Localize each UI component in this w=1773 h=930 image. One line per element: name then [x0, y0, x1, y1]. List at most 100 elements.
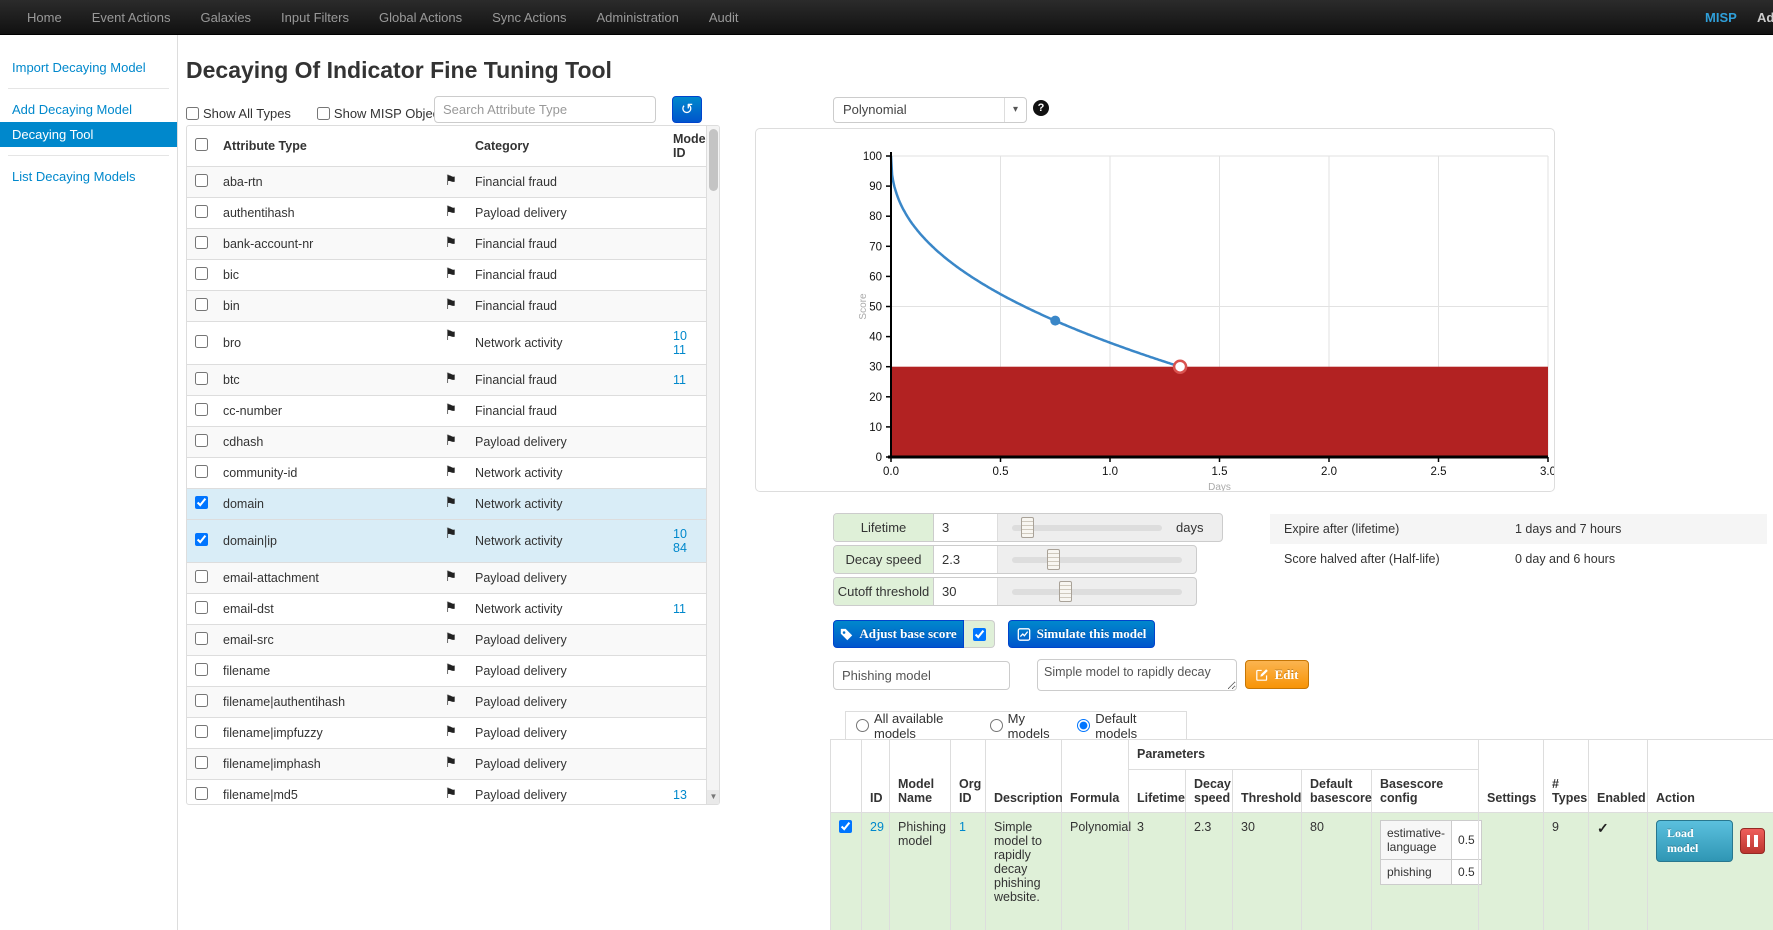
row-checkbox[interactable]	[195, 694, 208, 707]
simulate-model-button[interactable]: Simulate this model	[1008, 620, 1155, 648]
show-all-types-checkbox[interactable]	[186, 107, 199, 120]
flag-icon[interactable]: ⚑	[444, 661, 457, 678]
row-checkbox[interactable]	[195, 335, 208, 348]
lifetime-value[interactable]: 3	[934, 514, 998, 541]
model-description-textarea[interactable]: Simple model to rapidly decay	[1037, 659, 1237, 691]
model-id-link[interactable]: 84	[673, 541, 687, 555]
help-icon[interactable]: ?	[1033, 100, 1049, 116]
decay-speed-slider[interactable]	[1012, 546, 1182, 573]
row-checkbox[interactable]	[195, 725, 208, 738]
attribute-table-scrollbar[interactable]: ▼	[706, 126, 719, 804]
load-model-button[interactable]: Load model	[1656, 820, 1733, 862]
cutoff-threshold-slider-handle[interactable]	[1059, 581, 1072, 602]
flag-icon[interactable]: ⚑	[444, 172, 457, 189]
refresh-button[interactable]: ↺	[672, 96, 702, 123]
row-checkbox[interactable]	[195, 570, 208, 583]
nav-admin-partial[interactable]: Ad	[1757, 0, 1773, 35]
show-all-types-label[interactable]: Show All Types	[203, 106, 291, 121]
cutoff-threshold-slider[interactable]	[1012, 578, 1182, 605]
flag-icon[interactable]: ⚑	[444, 692, 457, 709]
nav-item-home[interactable]: Home	[12, 0, 77, 35]
row-checkbox[interactable]	[195, 632, 208, 645]
scrollbar-down-arrow[interactable]: ▼	[707, 790, 720, 804]
row-checkbox[interactable]	[195, 174, 208, 187]
pause-model-button[interactable]	[1740, 828, 1765, 854]
row-checkbox[interactable]	[195, 372, 208, 385]
lifetime-slider[interactable]	[1012, 514, 1162, 541]
radio-all-available-models[interactable]	[856, 719, 869, 732]
row-checkbox[interactable]	[195, 756, 208, 769]
flag-icon[interactable]: ⚑	[444, 370, 457, 387]
select-all-checkbox[interactable]	[195, 138, 208, 151]
flag-icon[interactable]: ⚑	[444, 432, 457, 449]
flag-icon[interactable]: ⚑	[444, 599, 457, 616]
column-header-attribute-type[interactable]: Attribute Type	[215, 126, 467, 167]
cutoff-threshold-value[interactable]: 30	[934, 578, 998, 605]
radio-all-available-models-label[interactable]: All available models	[874, 711, 976, 741]
flag-icon[interactable]: ⚑	[444, 463, 457, 480]
radio-default-models[interactable]	[1077, 719, 1090, 732]
flag-icon[interactable]: ⚑	[444, 296, 457, 313]
flag-icon[interactable]: ⚑	[444, 494, 457, 511]
flag-icon[interactable]: ⚑	[444, 754, 457, 771]
row-checkbox[interactable]	[195, 298, 208, 311]
sidebar-item-list-decaying-models[interactable]: List Decaying Models	[0, 164, 177, 189]
sidebar-item-decaying-tool[interactable]: Decaying Tool	[0, 122, 177, 147]
nav-item-global-actions[interactable]: Global Actions	[364, 0, 477, 35]
flag-icon[interactable]: ⚑	[444, 203, 457, 220]
flag-icon[interactable]: ⚑	[444, 568, 457, 585]
row-checkbox[interactable]	[195, 465, 208, 478]
decay-speed-slider-handle[interactable]	[1047, 549, 1060, 570]
column-header-category[interactable]: Category	[467, 126, 665, 167]
model-id-link[interactable]: 29	[870, 820, 884, 834]
flag-icon[interactable]: ⚑	[444, 630, 457, 647]
adjust-base-score-checkbox[interactable]	[973, 628, 986, 641]
misp-brand[interactable]: MISP	[1705, 0, 1737, 35]
nav-item-administration[interactable]: Administration	[582, 0, 694, 35]
model-id-link[interactable]: 11	[673, 343, 686, 357]
flag-icon[interactable]: ⚑	[444, 525, 457, 542]
radio-default-models-label[interactable]: Default models	[1095, 711, 1172, 741]
nav-item-galaxies[interactable]: Galaxies	[185, 0, 266, 35]
scrollbar-thumb[interactable]	[709, 129, 718, 191]
decay-speed-value[interactable]: 2.3	[934, 546, 998, 573]
adjust-base-score-button[interactable]: Adjust base score	[833, 620, 964, 648]
show-misp-objects-label[interactable]: Show MISP Objects	[334, 106, 449, 121]
row-checkbox[interactable]	[195, 533, 208, 546]
flag-icon[interactable]: ⚑	[444, 401, 457, 418]
model-id-link[interactable]: 13	[673, 788, 687, 802]
model-id-link[interactable]: 11	[673, 602, 686, 616]
row-checkbox[interactable]	[195, 663, 208, 676]
row-checkbox[interactable]	[195, 787, 208, 800]
row-checkbox[interactable]	[195, 601, 208, 614]
row-checkbox[interactable]	[195, 205, 208, 218]
decay-chart-svg[interactable]: 01020304050607080901000.00.51.01.52.02.5…	[756, 129, 1554, 491]
model-id-link[interactable]: 11	[673, 373, 686, 387]
row-checkbox[interactable]	[195, 434, 208, 447]
formula-select[interactable]: Polynomial ▾	[833, 97, 1027, 123]
row-checkbox[interactable]	[195, 267, 208, 280]
org-id-link[interactable]: 1	[959, 820, 966, 834]
radio-my-models-label[interactable]: My models	[1008, 711, 1064, 741]
flag-icon[interactable]: ⚑	[444, 234, 457, 251]
show-misp-objects-checkbox[interactable]	[317, 107, 330, 120]
flag-icon[interactable]: ⚑	[444, 785, 457, 802]
row-checkbox[interactable]	[195, 496, 208, 509]
flag-icon[interactable]: ⚑	[444, 723, 457, 740]
edit-model-button[interactable]: Edit	[1245, 660, 1309, 689]
sidebar-item-import-decaying-model[interactable]: Import Decaying Model	[0, 55, 177, 80]
row-checkbox[interactable]	[195, 236, 208, 249]
model-row-checkbox[interactable]	[839, 820, 852, 833]
flag-icon[interactable]: ⚑	[444, 265, 457, 282]
nav-item-event-actions[interactable]: Event Actions	[77, 0, 186, 35]
row-checkbox[interactable]	[195, 403, 208, 416]
model-name-input[interactable]	[833, 661, 1010, 690]
column-header-model-id[interactable]: Model ID	[665, 126, 707, 167]
nav-item-sync-actions[interactable]: Sync Actions	[477, 0, 581, 35]
nav-item-input-filters[interactable]: Input Filters	[266, 0, 364, 35]
lifetime-slider-handle[interactable]	[1021, 517, 1034, 538]
radio-my-models[interactable]	[990, 719, 1003, 732]
model-id-link[interactable]: 10	[673, 329, 687, 343]
flag-icon[interactable]: ⚑	[444, 327, 457, 344]
model-id-link[interactable]: 10	[673, 527, 687, 541]
